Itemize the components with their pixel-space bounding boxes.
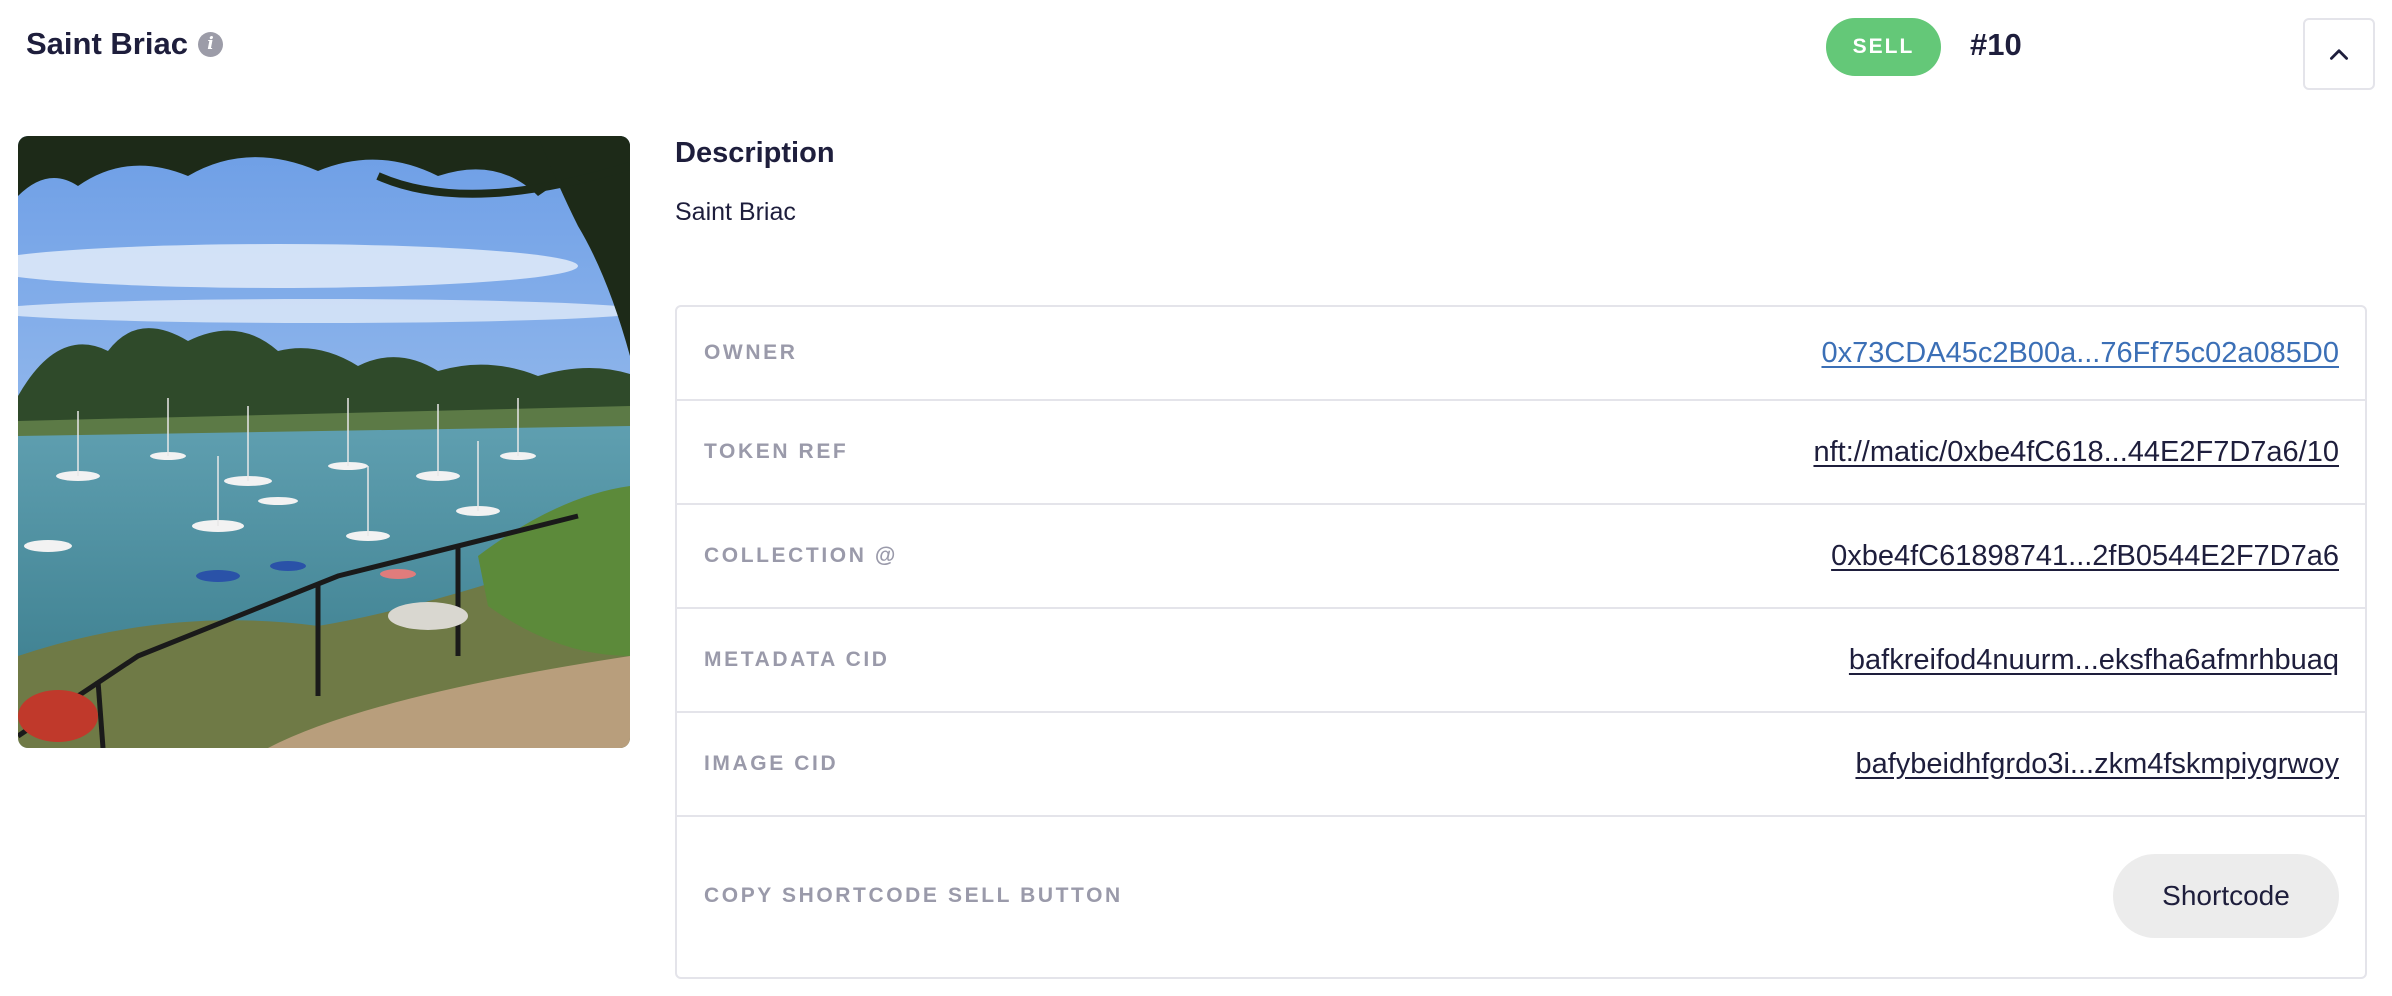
property-row-collection: COLLECTION @ 0xbe4fC61898741...2fB0544E2… [677,505,2365,609]
description-text: Saint Briac [675,198,796,226]
description-heading: Description [675,137,835,169]
property-label: METADATA CID [704,648,890,671]
nft-image [18,136,630,748]
nft-image-picture [18,136,630,748]
property-row-owner: OWNER 0x73CDA45c2B00a...76Ff75c02a085D0 [677,307,2365,401]
owner-link[interactable]: 0x73CDA45c2B00a...76Ff75c02a085D0 [1821,337,2339,370]
token-number: #10 [1970,27,2022,62]
property-row-shortcode: COPY SHORTCODE SELL BUTTON Shortcode [677,817,2365,975]
sell-badge: SELL [1826,18,1941,76]
property-row-metadata-cid: METADATA CID bafkreifod4nuurm...eksfha6a… [677,609,2365,713]
nft-title-block: Saint Briac i [26,24,223,64]
properties-table: OWNER 0x73CDA45c2B00a...76Ff75c02a085D0 … [675,305,2367,979]
chevron-up-icon [2330,49,2348,60]
collapse-button[interactable] [2303,18,2375,90]
property-label: COPY SHORTCODE SELL BUTTON [704,884,1123,907]
metadata-cid-link[interactable]: bafkreifod4nuurm...eksfha6afmrhbuaq [1849,644,2339,677]
property-label: IMAGE CID [704,752,839,775]
info-icon[interactable]: i [197,31,223,57]
property-row-image-cid: IMAGE CID bafybeidhfgrdo3i...zkm4fskmpiy… [677,713,2365,817]
property-row-token-ref: TOKEN REF nft://matic/0xbe4fC618...44E2F… [677,401,2365,505]
property-label: OWNER [704,341,798,364]
collection-link[interactable]: 0xbe4fC61898741...2fB0544E2F7D7a6 [1831,540,2339,573]
property-label: COLLECTION @ [704,544,899,567]
image-cid-link[interactable]: bafybeidhfgrdo3i...zkm4fskmpiygrwoy [1855,748,2339,781]
nft-detail-page: Saint Briac i SELL #10 Description Saint… [0,0,2392,996]
token-ref-link[interactable]: nft://matic/0xbe4fC618...44E2F7D7a6/10 [1813,436,2339,469]
property-label: TOKEN REF [704,440,849,463]
shortcode-button[interactable]: Shortcode [2113,854,2339,938]
nft-title: Saint Briac [26,26,188,61]
